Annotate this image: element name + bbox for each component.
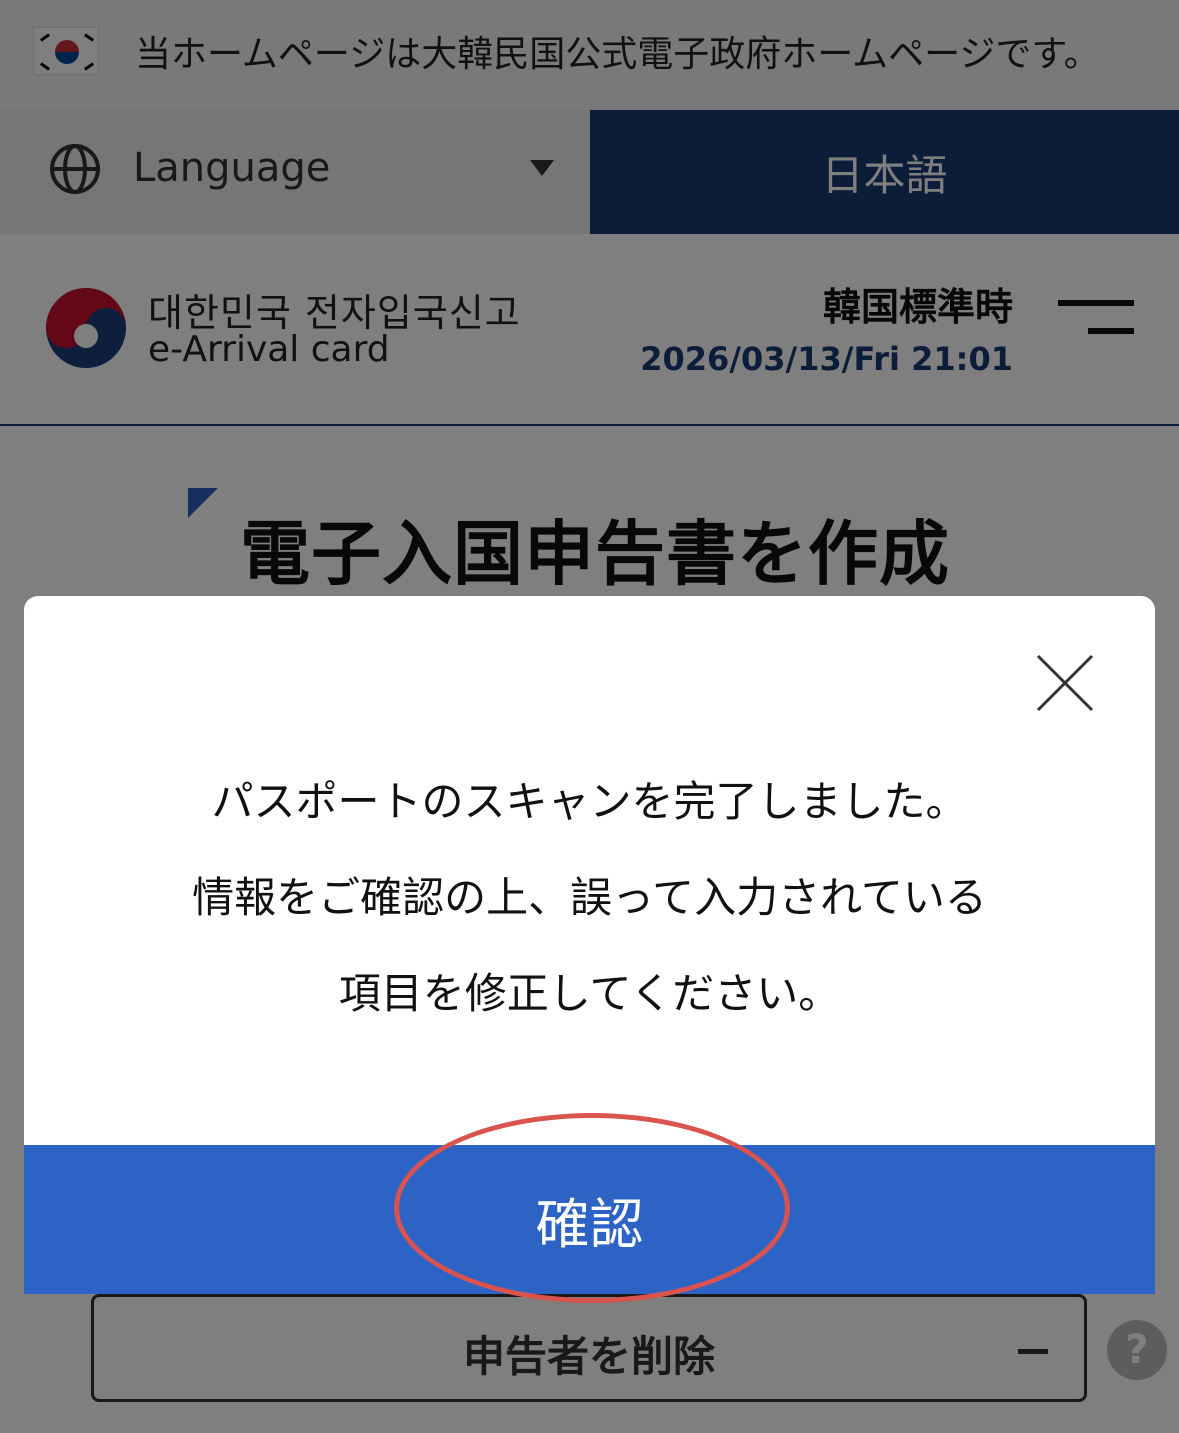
modal-message-line: 情報をご確認の上、誤って入力されている <box>192 873 987 922</box>
modal-message-line: パスポートのスキャンを完了しました。 <box>211 777 968 826</box>
highlight-annotation <box>394 1113 790 1303</box>
close-icon[interactable] <box>1034 652 1096 714</box>
modal-message-line: 項目を修正してください。 <box>338 969 841 1018</box>
